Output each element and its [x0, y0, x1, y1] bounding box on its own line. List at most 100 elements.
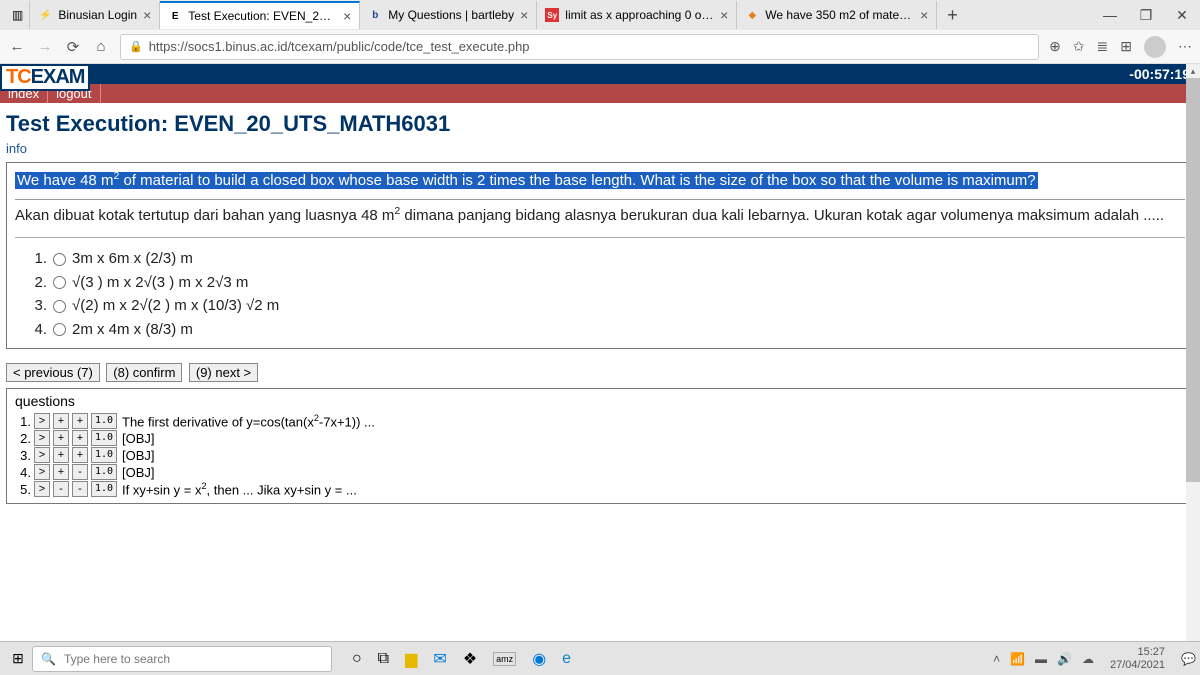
goto-question-button[interactable]: > [34, 447, 50, 463]
close-icon[interactable]: × [920, 7, 928, 23]
status-a-button[interactable]: + [53, 413, 69, 429]
points-button[interactable]: 1.0 [91, 447, 117, 463]
header-bar: -00:57:19 [0, 64, 1200, 84]
close-icon[interactable]: × [343, 8, 351, 24]
tcexam-logo: TCEXAM [0, 64, 90, 91]
option-1-radio[interactable] [53, 253, 66, 266]
points-button[interactable]: 1.0 [91, 430, 117, 446]
close-icon[interactable]: × [520, 7, 528, 23]
confirm-button[interactable]: (8) confirm [106, 363, 182, 382]
tray-chevron-icon[interactable]: ˄ [993, 652, 1000, 666]
tabs-row: ▥ ⚡ Binusian Login × E Test Execution: E… [0, 0, 1200, 30]
tab-tcexam[interactable]: E Test Execution: EVEN_20_UTS × [160, 1, 360, 29]
reading-list-icon[interactable]: ≣ [1097, 38, 1109, 55]
refresh-icon[interactable]: ⟳ [64, 38, 82, 56]
taskbar: ⊞ 🔍 Type here to search ○ ⧉ ▆ ✉ ❖ amz ◉ … [0, 641, 1200, 675]
question-preview: [OBJ] [122, 465, 155, 480]
option-2-label: √(3 ) m x 2√(3 ) m x 2√3 m [72, 272, 248, 295]
volume-icon[interactable]: 🔊 [1057, 652, 1072, 666]
edge-icon[interactable]: e [562, 650, 571, 668]
close-window-icon[interactable]: ✕ [1164, 7, 1200, 24]
search-icon: 🔍 [41, 652, 56, 666]
timer: -00:57:19 [1129, 66, 1190, 82]
option-2-radio[interactable] [53, 276, 66, 289]
close-icon[interactable]: × [143, 7, 151, 23]
dropbox-icon[interactable]: ❖ [463, 649, 477, 669]
tab-bartleby[interactable]: b My Questions | bartleby × [360, 1, 537, 29]
cortana-icon[interactable]: ○ [352, 650, 362, 668]
option-4-label: 2m x 4m x (8/3) m [72, 319, 193, 342]
previous-button[interactable]: < previous (7) [6, 363, 100, 382]
task-view-icon[interactable]: ⧉ [378, 650, 389, 668]
points-button[interactable]: 1.0 [91, 464, 117, 480]
points-button[interactable]: 1.0 [91, 413, 117, 429]
collections-icon[interactable]: ⊞ [1120, 38, 1132, 55]
close-icon[interactable]: × [720, 7, 728, 23]
next-button[interactable]: (9) next > [189, 363, 258, 382]
favicon-sy: Sy [545, 8, 559, 22]
new-tab-button[interactable]: + [937, 5, 968, 26]
address-bar[interactable]: 🔒 https://socs1.binus.ac.id/tcexam/publi… [120, 34, 1039, 60]
question-box: We have 48 m2 of material to build a clo… [6, 162, 1194, 349]
vertical-scrollbar[interactable]: ▴ [1186, 64, 1200, 641]
battery-icon[interactable]: ▬ [1035, 652, 1047, 666]
tab-symbolab[interactable]: Sy limit as x approaching 0 of (e × [537, 1, 737, 29]
scroll-up-icon[interactable]: ▴ [1186, 64, 1200, 78]
address-row: ← → ⟳ ⌂ 🔒 https://socs1.binus.ac.id/tcex… [0, 30, 1200, 64]
questions-title: questions [15, 393, 1185, 409]
option-4-radio[interactable] [53, 323, 66, 336]
question-row: 1.>++1.0The first derivative of y=cos(ta… [15, 413, 1185, 429]
status-b-button[interactable]: + [72, 413, 88, 429]
status-a-button[interactable]: + [53, 464, 69, 480]
notifications-icon[interactable]: 💬 [1181, 652, 1196, 666]
status-b-button[interactable]: + [72, 447, 88, 463]
back-icon[interactable]: ← [8, 38, 26, 55]
favicon-chegg: ◆ [745, 8, 759, 22]
home-icon[interactable]: ⌂ [92, 38, 110, 55]
scrollbar-thumb[interactable] [1186, 78, 1200, 482]
tab-binusian[interactable]: ⚡ Binusian Login × [30, 1, 160, 29]
points-button[interactable]: 1.0 [91, 481, 117, 497]
zoom-icon[interactable]: ⊕ [1049, 38, 1061, 55]
question-en: We have 48 m2 of material to build a clo… [15, 172, 1038, 189]
info-link[interactable]: info [6, 141, 1194, 156]
status-a-button[interactable]: - [53, 481, 69, 497]
system-tray: ˄ 📶 ▬ 🔊 ☁ 15:27 27/04/2021 💬 [993, 646, 1196, 670]
favorite-icon[interactable]: ✩ [1073, 38, 1085, 55]
onedrive-icon[interactable]: ☁ [1082, 652, 1094, 666]
amazon-icon[interactable]: amz [493, 652, 516, 666]
profile-avatar[interactable] [1144, 36, 1166, 58]
minimize-icon[interactable]: — [1092, 7, 1128, 24]
question-preview: If xy+sin y = x2, then ... Jika xy+sin y… [122, 481, 357, 497]
question-preview: [OBJ] [122, 448, 155, 463]
more-icon[interactable]: ⋯ [1178, 38, 1192, 55]
tab-chegg[interactable]: ◆ We have 350 m2 of material t × [737, 1, 937, 29]
status-a-button[interactable]: + [53, 447, 69, 463]
start-button[interactable]: ⊞ [4, 650, 32, 667]
goto-question-button[interactable]: > [34, 481, 50, 497]
browser-chrome: ▥ ⚡ Binusian Login × E Test Execution: E… [0, 0, 1200, 64]
camera-icon[interactable]: ◉ [532, 649, 546, 669]
lock-icon: 🔒 [129, 40, 143, 53]
option-3-radio[interactable] [53, 300, 66, 313]
question-row: 2.>++1.0[OBJ] [15, 430, 1185, 446]
status-a-button[interactable]: + [53, 430, 69, 446]
status-b-button[interactable]: - [72, 481, 88, 497]
question-row: 3.>++1.0[OBJ] [15, 447, 1185, 463]
goto-question-button[interactable]: > [34, 413, 50, 429]
taskbar-search[interactable]: 🔍 Type here to search [32, 646, 332, 672]
mail-icon[interactable]: ✉ [433, 649, 446, 669]
goto-question-button[interactable]: > [34, 430, 50, 446]
status-b-button[interactable]: - [72, 464, 88, 480]
wifi-icon[interactable]: 📶 [1010, 652, 1025, 666]
explorer-icon[interactable]: ▆ [405, 649, 417, 669]
goto-question-button[interactable]: > [34, 464, 50, 480]
app-menu-icon[interactable]: ▥ [6, 1, 30, 29]
restore-icon[interactable]: ❐ [1128, 7, 1164, 24]
status-b-button[interactable]: + [72, 430, 88, 446]
question-row: 5.>--1.0If xy+sin y = x2, then ... Jika … [15, 481, 1185, 497]
page-title: Test Execution: EVEN_20_UTS_MATH6031 [6, 111, 1194, 137]
page: TCEXAM -00:57:19 index logout Test Execu… [0, 64, 1200, 508]
forward-icon[interactable]: → [36, 38, 54, 55]
clock[interactable]: 15:27 27/04/2021 [1110, 646, 1165, 670]
